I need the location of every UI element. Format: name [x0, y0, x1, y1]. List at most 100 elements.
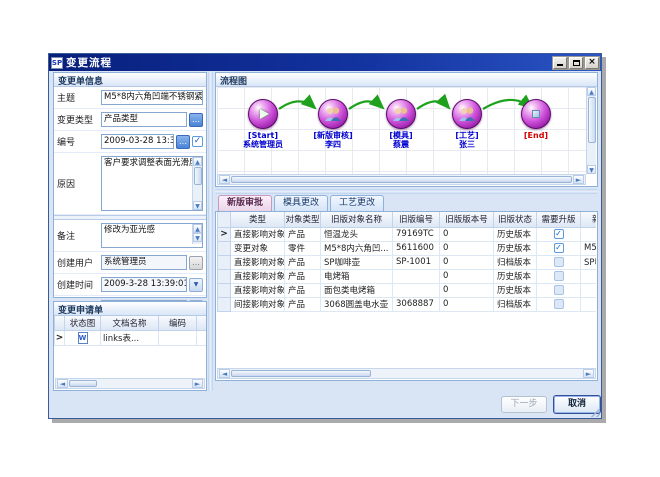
change-type-input[interactable]: 产品类型 — [101, 112, 187, 127]
scroll-up-icon[interactable]: ▲ — [587, 87, 596, 96]
col-old-status[interactable]: 旧版状态 — [494, 212, 537, 227]
maximize-icon — [573, 60, 580, 66]
node-label-mold[interactable]: [模具] 蔡震 — [363, 131, 439, 149]
close-button[interactable]: × — [585, 57, 599, 69]
scroll-down-icon[interactable]: ▼ — [587, 165, 596, 174]
upgrade-checkbox[interactable]: ✓ — [554, 243, 564, 253]
upgrade-checkbox[interactable]: ✓ — [554, 271, 564, 281]
people-icon — [324, 107, 342, 122]
change-type-browse-button[interactable]: … — [189, 113, 203, 127]
scroll-left-icon[interactable]: ◄ — [219, 369, 230, 378]
flow-vscrollbar[interactable]: ▲ ▼ — [586, 87, 596, 174]
node-label-craft[interactable]: [工艺] 张三 — [429, 131, 505, 149]
row-indicator: > — [55, 330, 65, 345]
create-user-browse-button[interactable]: … — [189, 256, 203, 270]
create-time-dropdown-button[interactable]: ▼ — [189, 278, 203, 292]
window-titlebar[interactable]: SP 变更流程 × — [49, 54, 601, 71]
col-doc-name[interactable]: 文档名称 — [101, 316, 159, 330]
col-type[interactable]: 类型 — [231, 212, 285, 227]
tab-craft-change[interactable]: 工艺更改 — [330, 195, 384, 211]
scroll-right-icon[interactable]: ► — [573, 175, 584, 184]
maximize-button[interactable] — [569, 57, 583, 69]
create-time-input[interactable]: 2009-3-28 13:39:01 — [101, 277, 187, 292]
grid-hscrollbar[interactable]: ◄ ► — [217, 368, 596, 379]
col-old-code[interactable]: 旧版编号 — [393, 212, 440, 227]
remarks-textarea[interactable]: 修改为亚光感 ▲ ▼ — [101, 223, 203, 248]
reason-label: 原因 — [57, 177, 101, 190]
play-icon — [260, 109, 269, 119]
grid-row[interactable]: > 直接影响对象 产品 恒温龙头 79169TC 0 历史版本 ✓ — [218, 227, 597, 241]
vertical-splitter[interactable] — [208, 72, 213, 391]
field-subject: 主题 M5*8内六角凹端不锈钢紧固螺钉 — [54, 87, 206, 109]
col-status-icon[interactable]: 状态图 — [65, 316, 101, 330]
tab-mold-change[interactable]: 模具更改 — [274, 195, 328, 211]
tab-new-version-approval[interactable]: 新版审批 — [218, 195, 272, 211]
number-browse-button[interactable]: … — [176, 135, 190, 149]
col-new[interactable]: 新版 — [581, 212, 597, 227]
scroll-down-icon[interactable]: ▼ — [193, 201, 202, 210]
next-button[interactable]: 下一步 — [501, 396, 547, 413]
number-label: 编号 — [57, 135, 101, 148]
horizontal-splitter[interactable] — [215, 189, 598, 194]
reason-text: 客户要求调整表面光滑度 — [104, 158, 198, 168]
col-obj-type[interactable]: 对象类型 — [285, 212, 321, 227]
node-label-end[interactable]: [End] — [498, 131, 574, 140]
remarks-scrollbar[interactable]: ▲ ▼ — [192, 224, 202, 244]
app-icon: SP — [51, 57, 63, 69]
flow-node-craft[interactable] — [452, 99, 482, 129]
flow-canvas[interactable]: [Start] 系统管理员 [新版审核] 李四 [模具] 蔡震 [工艺] 张三 … — [217, 87, 586, 174]
subject-input[interactable]: M5*8内六角凹端不锈钢紧固螺钉 — [101, 90, 203, 105]
col-need-upgrade[interactable]: 需要升版 — [537, 212, 581, 227]
number-checkbox[interactable]: ✓ — [192, 136, 203, 147]
request-panel-title: 变更申请单 — [54, 302, 206, 316]
remarks-label: 备注 — [57, 229, 101, 242]
number-input[interactable]: 2009-03-28 13:39:01 — [101, 134, 174, 149]
scroll-up-icon[interactable]: ▲ — [193, 157, 202, 166]
request-hscrollbar[interactable]: ◄ ► — [55, 378, 205, 389]
doc-name-cell: links表... — [101, 330, 159, 345]
status-cell: 普通 — [197, 330, 207, 345]
field-change-type: 变更类型 产品类型 … — [54, 109, 206, 131]
flow-node-review[interactable] — [318, 99, 348, 129]
change-request-panel: 变更申请单 状态图 文档名称 编码 > W links表... — [53, 301, 207, 391]
flow-node-start[interactable] — [248, 99, 278, 129]
scroll-left-icon[interactable]: ◄ — [219, 175, 230, 184]
upgrade-checkbox[interactable]: ✓ — [554, 285, 564, 295]
remarks-text: 修改为亚光感 — [104, 225, 155, 235]
scroll-right-icon[interactable]: ► — [192, 379, 203, 388]
flow-hscrollbar[interactable]: ◄ ► — [217, 174, 586, 185]
scroll-left-icon[interactable]: ◄ — [57, 379, 68, 388]
grid-row[interactable]: 直接影响对象 产品 面包类电烤箱 0 历史版本 ✓ — [218, 283, 597, 297]
minimize-button[interactable] — [553, 57, 567, 69]
flow-chart-panel: 流程图 — [215, 72, 598, 187]
flow-node-end[interactable] — [521, 99, 551, 129]
scroll-right-icon[interactable]: ► — [583, 369, 594, 378]
grid-row[interactable]: 间接影响对象 产品 3068圆盖电水壶 3068887 0 归档版本 ✓ — [218, 297, 597, 311]
col-old-ver[interactable]: 旧版版本号 — [440, 212, 494, 227]
change-process-window: SP 变更流程 × 变更单信息 主题 M5*8内六角凹端不锈钢紧固螺钉 变更类型… — [48, 53, 602, 419]
create-user-input[interactable]: 系统管理员 — [101, 255, 187, 270]
node-label-start[interactable]: [Start] 系统管理员 — [225, 131, 301, 149]
request-row[interactable]: > W links表... 普通 — [55, 330, 207, 345]
flow-node-mold[interactable] — [386, 99, 416, 129]
upgrade-checkbox[interactable]: ✓ — [554, 257, 564, 267]
flow-panel-title: 流程图 — [216, 73, 597, 87]
change-type-label: 变更类型 — [57, 113, 101, 126]
grid-row[interactable]: 直接影响对象 产品 电烤箱 0 历史版本 ✓ — [218, 269, 597, 283]
col-code[interactable]: 编码 — [159, 316, 197, 330]
scroll-up-icon[interactable]: ▲ — [193, 224, 202, 233]
col-old-name[interactable]: 旧版对象名称 — [321, 212, 393, 227]
reason-scrollbar[interactable]: ▲ ▼ — [192, 157, 202, 210]
upgrade-checkbox[interactable]: ✓ — [554, 229, 564, 239]
grid-row[interactable]: 直接影响对象 产品 SP咖啡壶 SP-1001 0 归档版本 ✓ SP咖 — [218, 255, 597, 269]
reason-textarea[interactable]: 客户要求调整表面光滑度 ▲ ▼ — [101, 156, 203, 211]
info-panel-title: 变更单信息 — [54, 73, 206, 87]
upgrade-checkbox[interactable]: ✓ — [554, 299, 564, 309]
cancel-button[interactable]: 取消 — [553, 395, 601, 414]
node-label-review[interactable]: [新版审核] 李四 — [295, 131, 371, 149]
request-table: 状态图 文档名称 编码 > W links表... 普通 — [54, 316, 206, 362]
tab-strip: 新版审批 模具更改 工艺更改 — [215, 195, 598, 211]
approval-grid: 类型 对象类型 旧版对象名称 旧版编号 旧版版本号 旧版状态 需要升版 新版 >… — [217, 212, 596, 368]
scroll-down-icon[interactable]: ▼ — [193, 233, 202, 242]
grid-row[interactable]: 变更对象 零件 M5*8内六角凹... 5611600 0 历史版本 ✓ M5*… — [218, 241, 597, 255]
